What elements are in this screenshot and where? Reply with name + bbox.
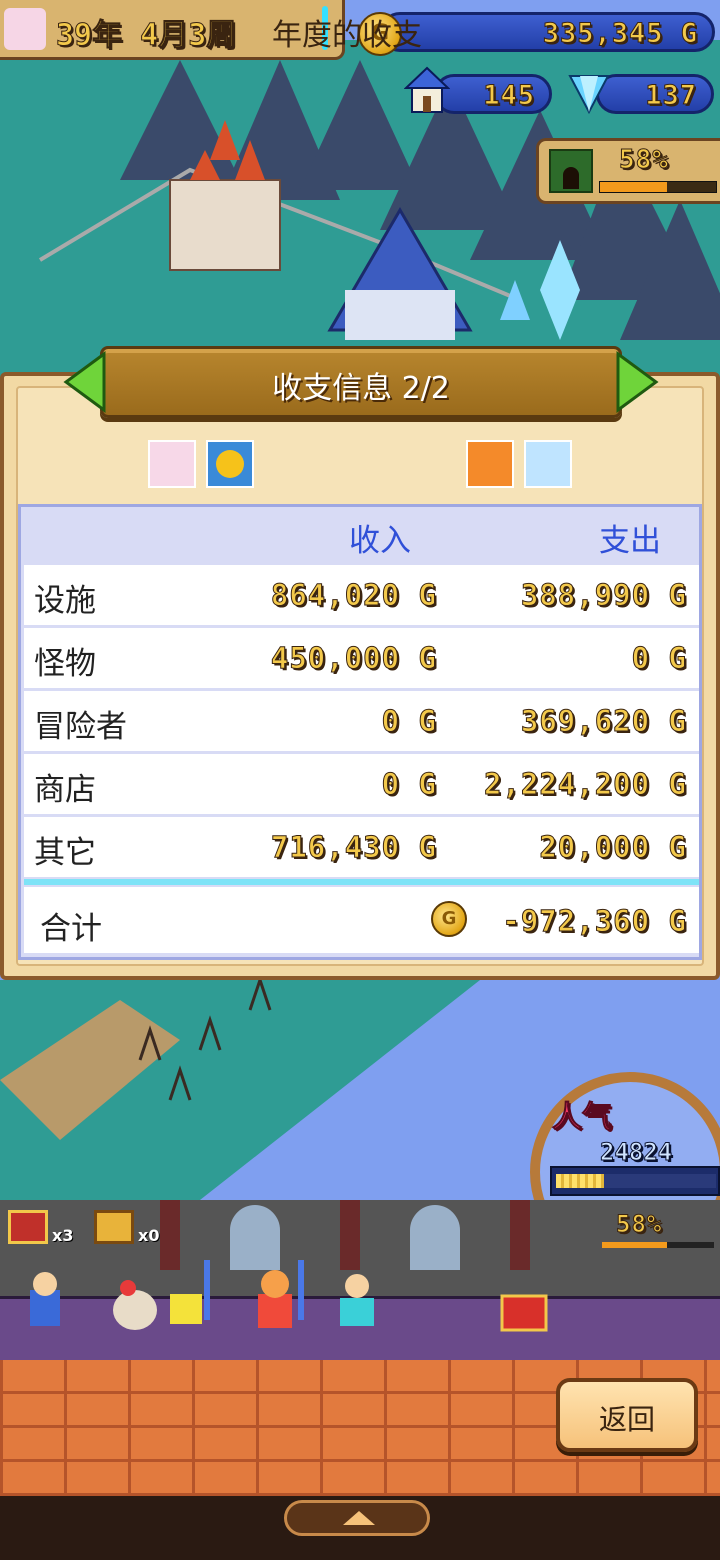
red-chest-count: x3: [52, 1226, 74, 1245]
row-label: 商店: [34, 772, 96, 808]
adventurer-party: [30, 1260, 548, 1332]
up-arrow-icon: [343, 1511, 375, 1525]
popularity-gauge: 人气 24824: [530, 1072, 720, 1272]
table-row: 商店 0 G 2,224,200 G: [24, 754, 699, 814]
total-divider: [24, 879, 699, 885]
dungeon-progress-fill: [600, 182, 668, 192]
table-row: 怪物 450,000 G 0 G: [24, 628, 699, 688]
row-expense: 369,620 G: [520, 704, 687, 739]
row-income: 716,430 G: [270, 830, 437, 865]
back-button-label: 返回: [598, 1403, 655, 1436]
row-expense: 20,000 G: [539, 830, 687, 865]
table-row: 其它 716,430 G 20,000 G: [24, 817, 699, 877]
popularity-label: 人气: [552, 1100, 613, 1136]
season-autumn-icon: [466, 440, 514, 488]
crystal-counter: 137: [596, 74, 714, 114]
row-expense: 0 G: [631, 641, 687, 676]
row-income: 450,000 G: [270, 641, 437, 676]
income-expense-table: 收入 支出 设施 864,020 G 388,990 G 怪物 450,000 …: [18, 504, 702, 960]
row-label: 其它: [34, 835, 96, 871]
house-value: 145: [483, 80, 535, 112]
row-income: 0 G: [381, 767, 437, 802]
popularity-bar: [556, 1174, 716, 1188]
row-income: 864,020 G: [270, 578, 437, 613]
season-summer-icon: [206, 440, 254, 488]
date-text: 39年 4月3周: [55, 18, 237, 54]
row-expense: 2,224,200 G: [483, 767, 687, 802]
house-counter: 145: [434, 74, 552, 114]
dungeon-hall: x3 x0 58%: [0, 1200, 720, 1363]
total-row: 合计 G -972,360 G: [24, 887, 699, 953]
total-label: 合计: [40, 911, 102, 947]
season-spring-icon: [148, 440, 196, 488]
coin-icon: G: [431, 901, 467, 937]
panel-header: 收支信息 2/2: [100, 346, 622, 418]
back-button[interactable]: 返回: [556, 1378, 698, 1452]
crystal-value: 137: [645, 80, 697, 112]
table-row: 设施 864,020 G 388,990 G: [24, 565, 699, 625]
gold-chest-count: x0: [138, 1226, 160, 1245]
row-income: 0 G: [381, 704, 437, 739]
dungeon-progress-value: 58%: [619, 145, 669, 176]
row-label: 怪物: [34, 646, 96, 682]
expand-menu-button[interactable]: [284, 1500, 430, 1536]
panel-title: 收支信息 2/2: [272, 371, 450, 406]
gold-counter: 335,345 G: [380, 12, 715, 52]
dungeon-icon: [549, 149, 593, 193]
gold-value: 335,345 G: [542, 18, 698, 50]
table-row: 冒险者 0 G 369,620 G: [24, 691, 699, 751]
house-icon: [404, 66, 450, 113]
arrow-right-icon[interactable]: [614, 350, 660, 414]
hall-progress-fill: [602, 1242, 667, 1248]
chest-icon: [8, 1210, 48, 1244]
expense-column-header: 支出: [599, 523, 661, 559]
dungeon-progress: 58%: [536, 138, 720, 204]
season-spring-icon: [4, 8, 46, 50]
crystal-icon: [568, 75, 610, 115]
popularity-bar-fill: [556, 1174, 604, 1188]
dungeon-progress-track: [599, 181, 717, 193]
chest-icon: [94, 1210, 134, 1244]
row-label: 设施: [34, 583, 96, 619]
arrow-left-icon[interactable]: [62, 350, 108, 414]
total-value: -972,360 G: [502, 904, 687, 939]
hall-progress-track: [602, 1242, 714, 1248]
season-winter-icon: [524, 440, 572, 488]
row-expense: 388,990 G: [520, 578, 687, 613]
panel-subtitle: 年度的收支: [272, 18, 422, 53]
income-column-header: 收入: [349, 523, 411, 559]
row-label: 冒险者: [34, 709, 127, 745]
popularity-value: 24824: [599, 1138, 673, 1167]
hall-progress-value: 58%: [615, 1210, 663, 1239]
